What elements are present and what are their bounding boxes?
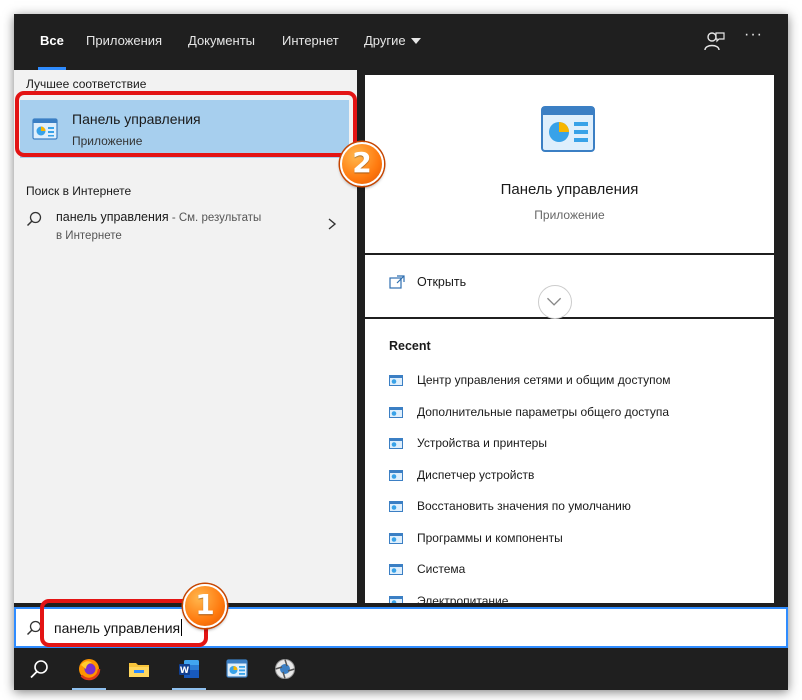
web-search-suffix-line2: в Интернете [56, 230, 122, 242]
highlight-best-match [15, 91, 357, 157]
recent-item-label: Электропитание [417, 594, 509, 603]
recent-item-label: Система [417, 562, 466, 576]
control-panel-item-icon [389, 596, 403, 603]
firefox-icon [77, 657, 101, 681]
recent-list: Recent Центр управления сетями и общим д… [365, 319, 774, 603]
taskbar-app[interactable] [262, 648, 308, 690]
taskbar: W [14, 648, 788, 690]
more-options-icon[interactable]: ··· [744, 26, 763, 44]
tab-internet[interactable]: Интернет [282, 14, 339, 70]
word-icon: W [179, 660, 199, 678]
recent-item-label: Восстановить значения по умолчанию [417, 499, 631, 513]
control-panel-item-icon [389, 470, 403, 481]
svg-text:W: W [180, 666, 190, 676]
tab-documents[interactable]: Документы [188, 14, 255, 70]
search-icon [30, 660, 48, 679]
control-panel-icon [226, 659, 248, 678]
recent-item-label: Дополнительные параметры общего доступа [417, 405, 670, 419]
recent-item-label: Диспетчер устройств [417, 468, 535, 482]
open-label: Открыть [417, 275, 467, 289]
web-search-text: панель управления - См. результаты [56, 210, 261, 224]
chevron-down-icon [410, 37, 421, 44]
web-search-query: панель управления [56, 210, 169, 224]
preview-title: Панель управления [500, 181, 639, 198]
feedback-icon[interactable] [702, 30, 726, 54]
control-panel-item-icon [389, 533, 403, 544]
step-badge-2: 2 [340, 142, 384, 186]
app-icon [275, 659, 295, 679]
web-search-result[interactable]: панель управления - См. результаты в Инт… [20, 204, 349, 250]
open-icon [389, 275, 405, 289]
tab-more-label: Другие [364, 33, 406, 48]
taskbar-word[interactable]: W [166, 648, 212, 690]
expand-button[interactable] [538, 285, 572, 319]
control-panel-item-icon [389, 501, 403, 512]
taskbar-control-panel[interactable] [214, 648, 260, 690]
file-explorer-icon [129, 663, 149, 677]
tab-more-dropdown[interactable]: Другие [364, 14, 421, 70]
step-badge-1: 1 [183, 584, 227, 628]
preview-header: Панель управления Приложение [365, 75, 774, 253]
taskbar-file-explorer[interactable] [116, 648, 162, 690]
control-panel-item-icon [389, 564, 403, 575]
control-panel-icon [541, 106, 595, 152]
preview-subtitle: Приложение [534, 208, 605, 222]
control-panel-item-icon [389, 375, 403, 386]
best-match-heading: Лучшее соответствие [26, 77, 147, 91]
taskbar-firefox[interactable] [66, 648, 112, 690]
recent-item-label: Программы и компоненты [417, 531, 563, 545]
web-search-heading: Поиск в Интернете [26, 184, 132, 198]
screenshot-frame: Все Приложения Документы Интернет Другие… [0, 0, 802, 700]
taskbar-search-button[interactable] [16, 648, 62, 690]
control-panel-item-icon [389, 407, 403, 418]
tab-all[interactable]: Все [38, 14, 66, 70]
chevron-down-icon [547, 297, 562, 306]
chevron-right-icon[interactable] [326, 216, 338, 232]
search-tabs-bar: Все Приложения Документы Интернет Другие… [14, 14, 788, 70]
tab-apps[interactable]: Приложения [86, 14, 162, 70]
control-panel-item-icon [389, 438, 403, 449]
search-icon [26, 211, 42, 227]
recent-item-label: Устройства и принтеры [417, 436, 547, 450]
recent-heading: Recent [389, 339, 431, 353]
recent-item-label: Центр управления сетями и общим доступом [417, 373, 671, 387]
web-search-suffix: - См. результаты [168, 212, 262, 224]
